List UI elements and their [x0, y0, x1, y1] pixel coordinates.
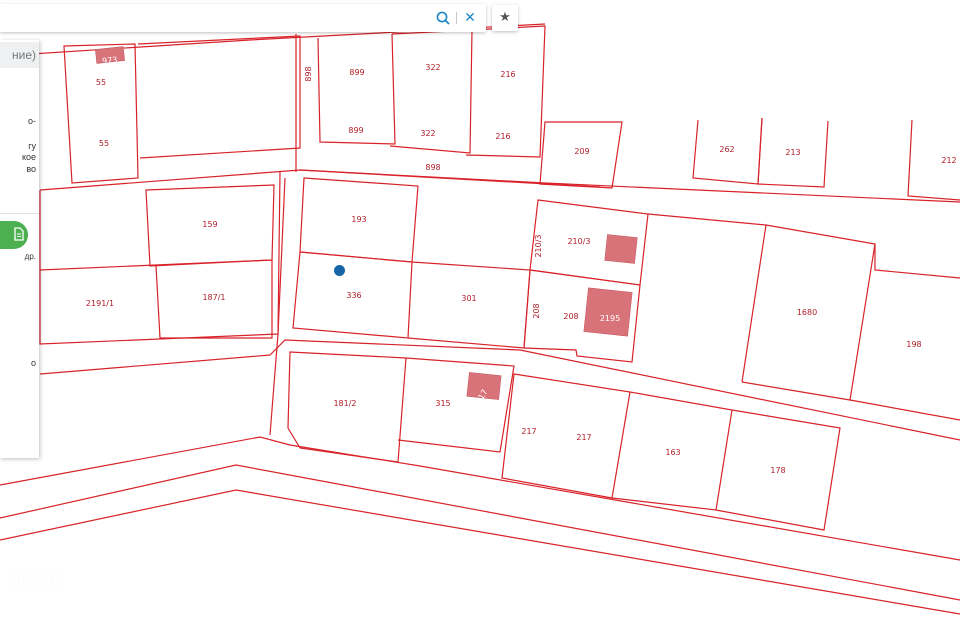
parcel-label: 213 — [785, 148, 800, 157]
panel-text-fragment: во — [26, 164, 36, 174]
parcel-label: 159 — [202, 220, 217, 229]
parcel-label: 210/3 — [567, 237, 590, 246]
search-icon[interactable] — [436, 11, 450, 25]
parcel-label: 187/1 — [202, 293, 225, 302]
panel-header-text: ние) — [12, 48, 36, 62]
parcel-label: 336 — [346, 291, 361, 300]
parcel-label: 973 — [102, 55, 118, 66]
parcel-label: 1680 — [797, 308, 817, 317]
panel-divider — [0, 213, 39, 214]
more-link[interactable]: др. — [25, 252, 36, 261]
parcel-label: 208 — [563, 312, 578, 321]
parcel-label: 210/3 — [534, 234, 543, 257]
panel-header: ние) — [0, 42, 39, 68]
parcel-label: 262 — [719, 145, 734, 154]
document-icon — [14, 227, 24, 241]
parcel-label: 315 — [435, 399, 450, 408]
close-icon[interactable]: ✕ — [463, 10, 477, 26]
parcel-label: 216 — [495, 132, 510, 141]
parcel-label: 212 — [941, 156, 956, 165]
info-panel: ние) о- гу кое во о др. — [0, 40, 39, 458]
parcel-label: 322 — [420, 129, 435, 138]
parcel-label: 193 — [351, 215, 366, 224]
star-icon: ★ — [499, 10, 511, 25]
parcel-label: 217 — [521, 427, 536, 436]
parcel-label: 899 — [349, 68, 364, 77]
parcel-label: 899 — [348, 126, 363, 135]
cadastral-map[interactable]: 973 55 55 898 899 899 322 322 216 216 209 262 213 212… — [0, 0, 960, 640]
parcel-label: 198 — [906, 340, 921, 349]
parcel-label: 55 — [96, 78, 106, 87]
favorite-button[interactable]: ★ — [492, 5, 518, 31]
parcel-label: 178 — [770, 466, 785, 475]
search-bar: ✕ — [0, 4, 486, 32]
parcel-label: 898 — [304, 66, 313, 81]
panel-text-fragment: гу — [28, 141, 36, 151]
parcel-label: 163 — [665, 448, 680, 457]
parcel-label: 217 — [576, 433, 591, 442]
parcel-label: 898 — [425, 163, 440, 172]
watermark: лик — [6, 560, 62, 593]
parcel-label: 301 — [461, 294, 476, 303]
parcel-label: 209 — [574, 147, 589, 156]
search-input[interactable] — [8, 8, 432, 30]
panel-text-fragment: кое — [21, 152, 36, 162]
location-marker[interactable] — [334, 265, 345, 276]
document-button[interactable] — [0, 221, 28, 249]
panel-text-fragment: о- — [27, 116, 36, 126]
parcel-label: 181/2 — [333, 399, 356, 408]
parcel-label: 322 — [425, 63, 440, 72]
parcel-label: 216 — [500, 70, 515, 79]
search-divider — [456, 12, 457, 24]
parcel-label: 55 — [99, 139, 109, 148]
parcel-label: 208 — [532, 303, 541, 318]
panel-text-fragment: о — [30, 358, 36, 368]
parcel-label: 2191/1 — [86, 299, 114, 308]
parcel-label: 2195 — [600, 314, 620, 323]
